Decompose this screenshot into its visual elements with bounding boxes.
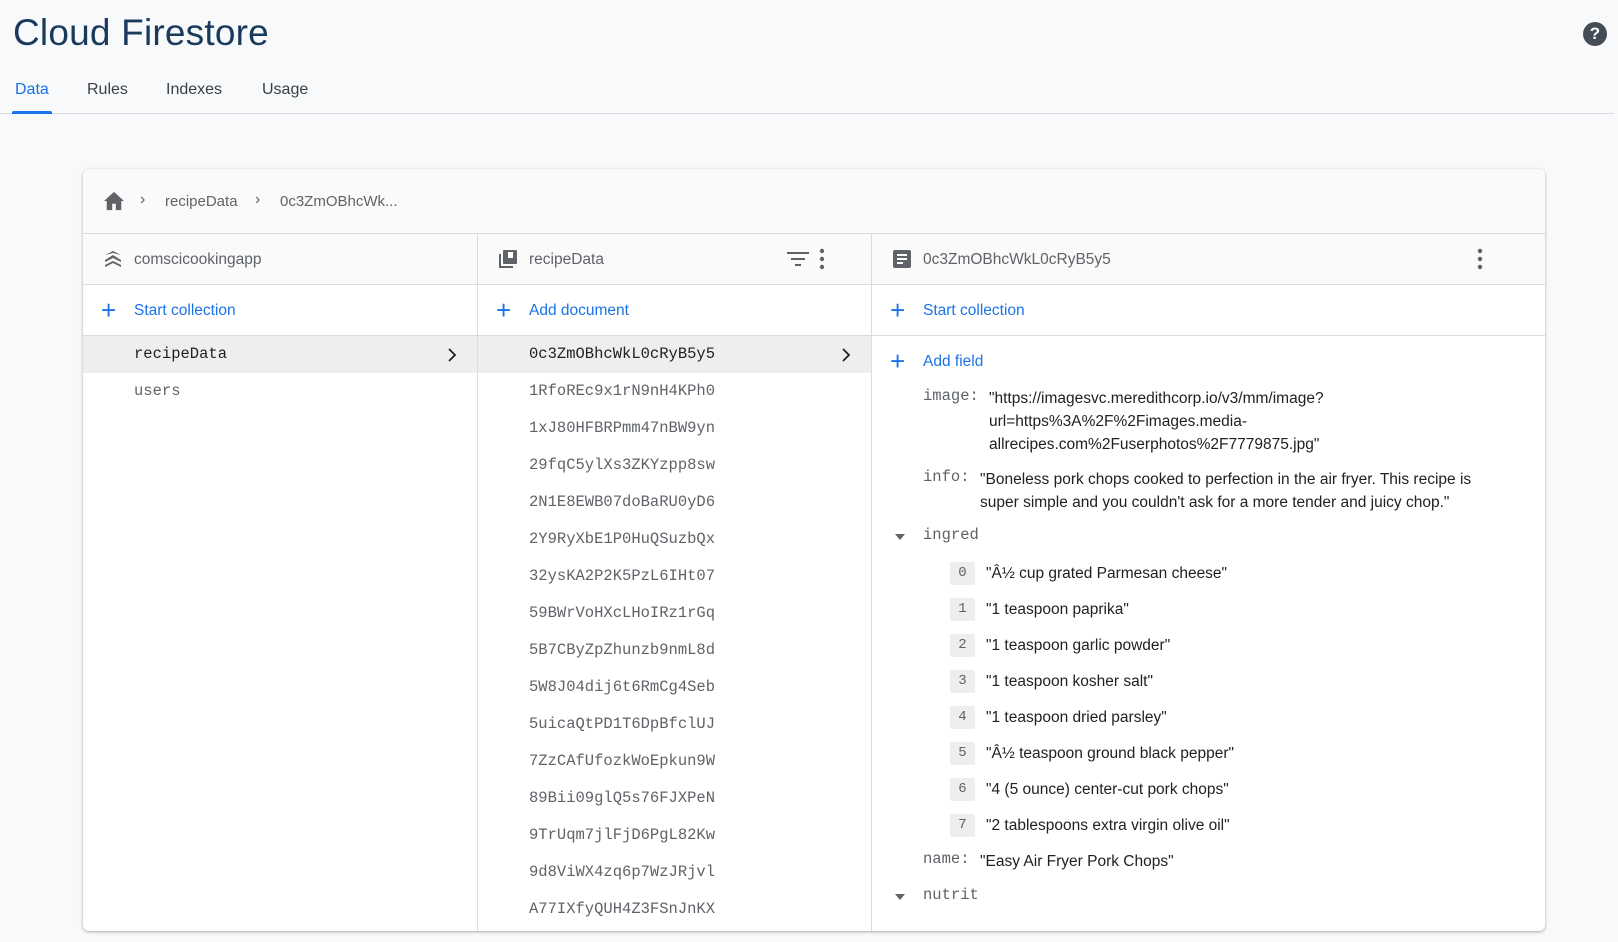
list-item[interactable]: 59BWrVoHXcLHoIRz1rGq	[478, 595, 871, 632]
list-item[interactable]: 1xJ80HFBRPmm47nBW9yn	[478, 410, 871, 447]
list-item[interactable]: recipeData	[83, 336, 477, 373]
document-icon	[893, 250, 911, 268]
array-index: 2	[950, 634, 975, 657]
add-document-button[interactable]: + Add document	[478, 285, 871, 336]
array-value: "Â½ cup grated Parmesan cheese"	[986, 565, 1228, 582]
plus-icon: +	[496, 295, 512, 325]
document-header: 0c3ZmOBhcWkL0cRyB5y5	[872, 234, 1545, 285]
list-item[interactable]: 1RfoREc9x1rN9nH4KPh0	[478, 373, 871, 410]
list-item[interactable]: 5W8J04dij6t6RmCg4Seb	[478, 669, 871, 706]
array-index: 6	[950, 778, 975, 801]
field-value: "Boneless pork chops cooked to perfectio…	[980, 471, 1472, 511]
chevron-right-icon	[448, 348, 457, 362]
list-item[interactable]: 2N1E8EWB07doBaRU0yD6	[478, 484, 871, 521]
collapse-caret-icon[interactable]	[895, 534, 905, 540]
firestore-icon	[105, 251, 121, 267]
more-vert-icon[interactable]	[819, 248, 825, 270]
field-key: ingred	[923, 526, 979, 544]
plus-icon: +	[890, 346, 906, 376]
array-value: "1 teaspoon dried parsley"	[986, 709, 1167, 726]
field-value: "https://imagesvc.meredithcorp.io/v3/mm/…	[989, 390, 1324, 453]
array-index: 4	[950, 706, 975, 729]
plus-icon: +	[101, 295, 117, 325]
array-value: "Â½ teaspoon ground black pepper"	[986, 745, 1234, 762]
start-collection-button[interactable]: + Start collection	[83, 285, 477, 336]
start-subcollection-button[interactable]: + Start collection	[872, 285, 1545, 336]
collection-column: recipeData + Add document 0c3ZmOBhcWkL0c…	[478, 234, 872, 931]
help-icon[interactable]: ?	[1583, 22, 1607, 46]
list-item[interactable]: 89Bii09glQ5s76FJXPeN	[478, 780, 871, 817]
list-item[interactable]: 2Y9RyXbE1P0HuQSuzbQx	[478, 521, 871, 558]
array-value: "1 teaspoon kosher salt"	[986, 673, 1153, 690]
field-value: "Easy Air Fryer Pork Chops"	[980, 853, 1174, 870]
list-item[interactable]: 5B7CByZpZhunzb9nmL8d	[478, 632, 871, 669]
array-value: "4 (5 ounce) center-cut pork chops"	[986, 781, 1229, 798]
field-key: name:	[923, 850, 970, 868]
field-key: info:	[923, 468, 970, 486]
list-item[interactable]: 32ysKA2P2K5PzL6IHt07	[478, 558, 871, 595]
collection-list: recipeData users	[83, 336, 477, 410]
field-key: image:	[923, 387, 979, 405]
chevron-right-icon	[842, 348, 851, 362]
document-id: 0c3ZmOBhcWkL0cRyB5y5	[923, 251, 1111, 268]
list-item[interactable]: 29fqC5ylXs3ZKYzpp8sw	[478, 447, 871, 484]
data-panel: › recipeData › 0c3ZmOBhcWk... comscicook…	[83, 169, 1545, 931]
list-item[interactable]: users	[83, 373, 477, 410]
list-item[interactable]: 7ZzCAfUfozkWoEpkun9W	[478, 743, 871, 780]
array-index: 1	[950, 598, 975, 621]
chevron-right-icon: ›	[140, 191, 146, 208]
collection-icon	[499, 250, 517, 268]
tab-bar: Data Rules Indexes Usage	[0, 78, 1614, 114]
more-vert-icon[interactable]	[1477, 248, 1483, 270]
breadcrumb: › recipeData › 0c3ZmOBhcWk...	[83, 169, 1545, 234]
document-list: 0c3ZmOBhcWkL0cRyB5y5 1RfoREc9x1rN9nH4KPh…	[478, 336, 871, 928]
list-item[interactable]: 9d8ViWX4zq6p7WzJRjvl	[478, 854, 871, 891]
array-value: "1 teaspoon garlic powder"	[986, 637, 1171, 654]
filter-icon[interactable]	[787, 251, 809, 267]
array-value: "1 teaspoon paprika"	[986, 601, 1129, 618]
collapse-caret-icon[interactable]	[895, 894, 905, 900]
tab-indexes[interactable]: Indexes	[166, 81, 222, 114]
list-item[interactable]: 0c3ZmOBhcWkL0cRyB5y5	[478, 336, 871, 373]
breadcrumb-collection[interactable]: recipeData	[165, 193, 238, 210]
tab-rules[interactable]: Rules	[87, 81, 128, 114]
array-value: "2 tablespoons extra virgin olive oil"	[986, 817, 1230, 834]
list-item[interactable]: A77IXfyQUH4Z3FSnJnKX	[478, 891, 871, 928]
project-column: comscicookingapp + Start collection reci…	[83, 234, 478, 931]
array-index: 5	[950, 742, 975, 765]
field-key: nutrit	[923, 886, 979, 904]
chevron-right-icon: ›	[255, 191, 261, 208]
list-item[interactable]: 9TrUqm7jlFjD6PgL82Kw	[478, 817, 871, 854]
tab-data[interactable]: Data	[12, 81, 52, 114]
collection-header: recipeData	[478, 234, 871, 285]
tab-usage[interactable]: Usage	[262, 81, 308, 114]
array-index: 0	[950, 562, 975, 585]
list-item[interactable]: 5uicaQtPD1T6DpBfclUJ	[478, 706, 871, 743]
project-header: comscicookingapp	[83, 234, 477, 285]
page-title: Cloud Firestore	[13, 12, 269, 53]
document-column: 0c3ZmOBhcWkL0cRyB5y5 + Start collection …	[872, 234, 1545, 931]
array-index: 3	[950, 670, 975, 693]
array-index: 7	[950, 814, 975, 837]
add-field-button[interactable]: + Add field	[872, 336, 1545, 387]
breadcrumb-document[interactable]: 0c3ZmOBhcWk...	[280, 193, 398, 210]
project-name: comscicookingapp	[134, 251, 262, 268]
home-icon[interactable]	[103, 191, 125, 211]
plus-icon: +	[890, 295, 906, 325]
collection-name: recipeData	[529, 251, 604, 268]
